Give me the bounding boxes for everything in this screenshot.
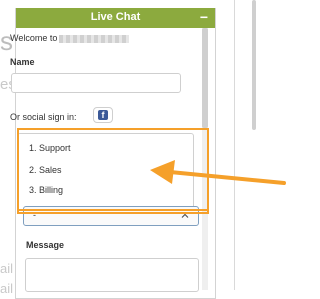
facebook-icon: f <box>98 110 108 120</box>
department-select-value: - <box>33 210 36 220</box>
name-input[interactable] <box>11 73 181 93</box>
chevron-up-icon <box>181 213 189 218</box>
department-select[interactable]: - <box>23 206 199 226</box>
message-label: Message <box>26 240 65 250</box>
chat-title: Live Chat <box>90 11 141 23</box>
department-option-billing[interactable]: 3. Billing <box>29 185 63 195</box>
chat-scrollbar-thumb[interactable] <box>202 28 208 128</box>
social-sign-in-label: Or social sign in: <box>10 112 77 122</box>
welcome-text: Welcome to <box>10 33 130 43</box>
page-scrollbar[interactable] <box>252 0 256 130</box>
background-text-fragment: ail <box>0 261 14 276</box>
name-label: Name <box>10 57 35 67</box>
message-input[interactable] <box>25 258 199 292</box>
department-option-support[interactable]: 1. Support <box>29 143 71 153</box>
welcome-label: Welcome to <box>10 33 58 43</box>
department-option-sales[interactable]: 2. Sales <box>29 165 62 175</box>
background-text-fragment: ail <box>0 281 14 296</box>
minimize-button[interactable]: − <box>200 9 208 25</box>
facebook-sign-in-button[interactable]: f <box>93 107 113 123</box>
page-divider <box>234 0 235 290</box>
redacted-site-name <box>59 34 130 43</box>
chat-header[interactable]: Live Chat − <box>16 8 215 28</box>
